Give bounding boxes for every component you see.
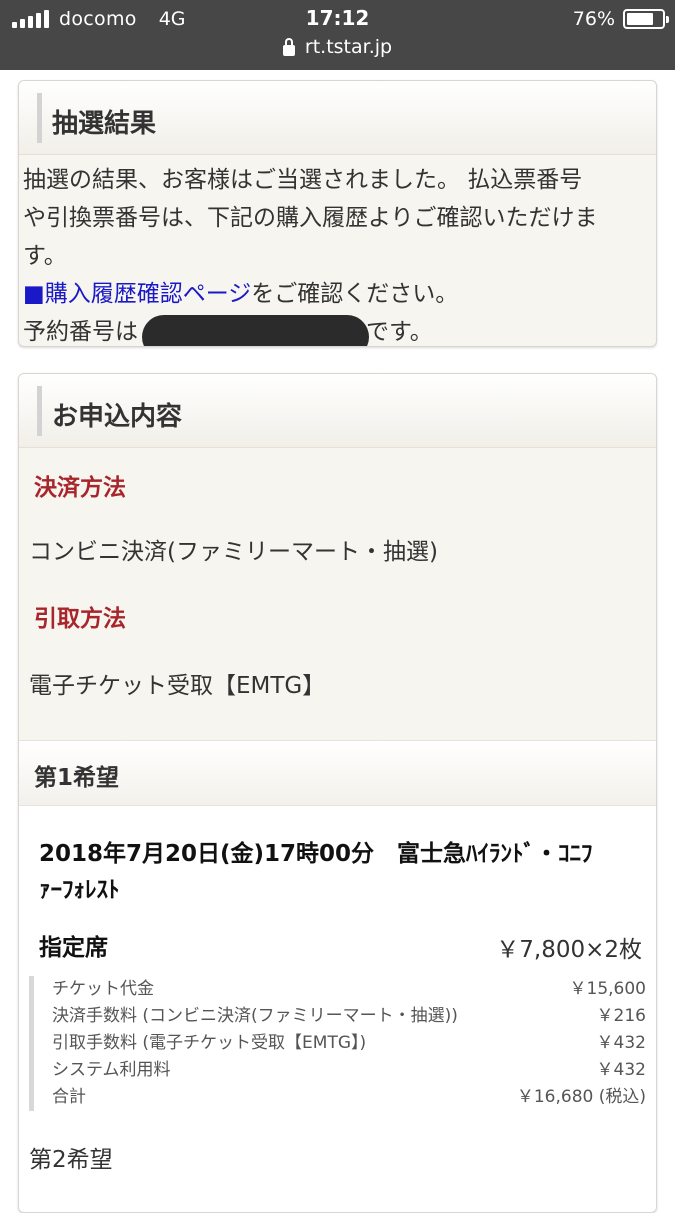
fee-row: 引取手数料 (電子チケット受取【EMTG】) ￥432 [52,1030,646,1057]
fee-label: システム利用料 [52,1060,171,1080]
lock-icon [282,37,295,56]
event-venue-cont: ｧｰﾌｫﾚｽﾄ [39,877,120,903]
fee-row: チケット代金 ￥15,600 [52,976,646,1003]
first-choice-header: 第1希望 [19,740,656,806]
purchase-history-link[interactable]: ■購入履歴確認ページ [23,281,251,307]
status-right: 76% [572,6,669,32]
fee-amount: ￥432 [596,1033,646,1053]
first-choice-body: 2018年7月20日(金)17時00分 富士急ﾊｲﾗﾝﾄﾞ・ｺﾆﾌ ｧｰﾌｫﾚｽ… [19,806,656,1212]
lottery-result-title: 抽選結果 [52,109,157,139]
unit-price: ￥7,800×2枚 [496,937,642,963]
application-title: お申込内容 [52,402,183,432]
event-date-venue: 2018年7月20日(金)17時00分 富士急ﾊｲﾗﾝﾄﾞ・ｺﾆﾌ [39,841,593,867]
fee-row: 決済手数料 (コンビニ決済(ファミリーマート・抽選)) ￥216 [52,1003,646,1030]
url-text[interactable]: rt.tstar.jp [305,36,392,58]
reservation-suffix: です。 [366,319,433,345]
result-message-line2: や引換票番号は、下記の購入履歴よりご確認いただけま [23,205,598,231]
seat-type: 指定席 [39,935,108,961]
second-choice-label: 第2希望 [29,1147,113,1173]
status-bar: docomo 4G 17:12 76% rt.tstar.jp [0,0,675,70]
lottery-result-header: 抽選結果 [19,81,656,155]
fee-amount: ￥15,600 [569,979,646,999]
header-accent-bar [37,93,42,143]
lottery-result-card: 抽選結果 抽選の結果、お客様はご当選されました。 払込票番号 や引換票番号は、下… [18,80,657,347]
fee-label: 引取手数料 (電子チケット受取【EMTG】) [52,1033,367,1053]
reservation-prefix: 予約番号は [23,319,138,345]
battery-percent: 76% [572,8,615,30]
payment-method-label: 決済方法 [34,475,126,501]
header-accent-bar [37,386,42,436]
fee-row: システム利用料 ￥432 [52,1057,646,1084]
result-message-line1: 抽選の結果、お客様はご当選されました。 払込票番号 [23,167,583,193]
redaction-mark [142,315,369,346]
first-choice-label: 第1希望 [34,765,120,791]
pickup-method-value: 電子チケット受取【EMTG】 [29,673,326,699]
fee-label: チケット代金 [52,979,154,999]
battery-icon [623,9,669,29]
fee-amount: ￥16,680 (税込) [516,1087,646,1107]
fee-breakdown: チケット代金 ￥15,600 決済手数料 (コンビニ決済(ファミリーマート・抽選)… [29,976,646,1111]
history-link-line: ■購入履歴確認ページをご確認ください。 [23,275,652,313]
event-info: 2018年7月20日(金)17時00分 富士急ﾊｲﾗﾝﾄﾞ・ｺﾆﾌ ｧｰﾌｫﾚｽ… [39,836,639,908]
fee-amount: ￥216 [596,1006,646,1026]
application-header: お申込内容 [19,374,656,448]
history-link-suffix: をご確認ください。 [251,281,459,307]
fee-amount: ￥432 [596,1060,646,1080]
payment-method-value: コンビニ決済(ファミリーマート・抽選) [29,539,438,565]
application-card: お申込内容 決済方法 コンビニ決済(ファミリーマート・抽選) 引取方法 電子チケ… [18,373,657,1213]
pickup-method-label: 引取方法 [34,606,126,632]
result-message-line3: す。 [23,243,67,269]
fee-label: 合計 [52,1087,86,1107]
lottery-result-body: 抽選の結果、お客様はご当選されました。 払込票番号 や引換票番号は、下記の購入履… [19,155,656,346]
fee-label: 決済手数料 (コンビニ決済(ファミリーマート・抽選)) [52,1006,458,1026]
address-bar[interactable]: rt.tstar.jp [0,36,675,58]
fee-total-row: 合計 ￥16,680 (税込) [52,1084,646,1111]
